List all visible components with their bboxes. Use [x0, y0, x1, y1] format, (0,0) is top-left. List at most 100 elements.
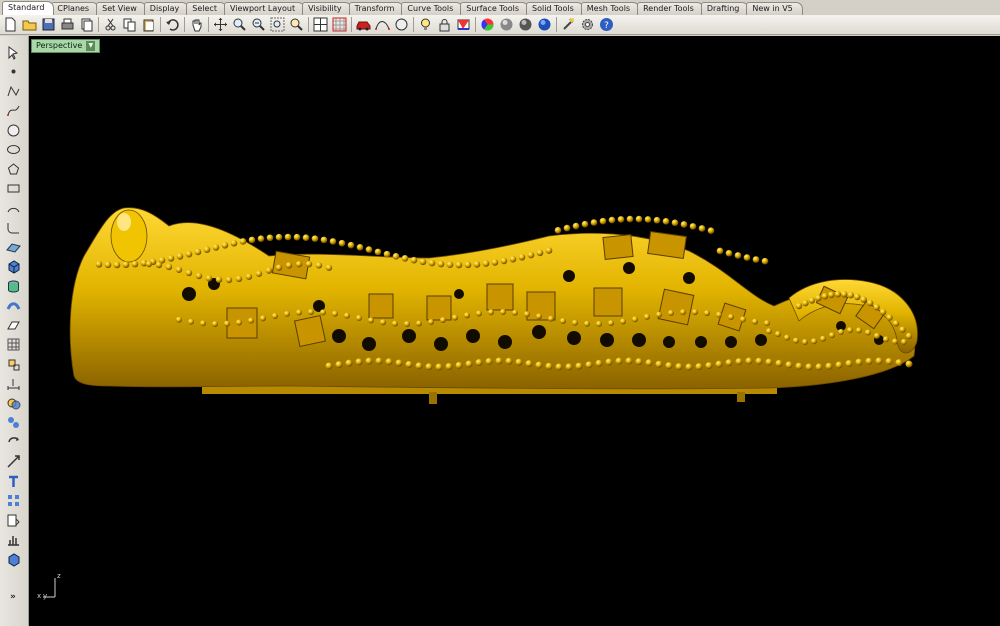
- more-tools-button[interactable]: »: [10, 592, 16, 602]
- gold-bead: [446, 261, 454, 269]
- rotate-icon[interactable]: [4, 434, 22, 450]
- pan-hand-icon[interactable]: [188, 16, 205, 33]
- gold-bead: [821, 293, 829, 300]
- block-icon[interactable]: [4, 512, 22, 528]
- color-icon[interactable]: [455, 16, 472, 33]
- boolean-icon[interactable]: [4, 395, 22, 411]
- gold-bead: [445, 363, 453, 371]
- gold-bead: [167, 255, 175, 262]
- plane-surface-icon[interactable]: [4, 317, 22, 333]
- shaded-sphere-icon[interactable]: [498, 16, 515, 33]
- gold-bead: [536, 249, 544, 257]
- gold-bead: [838, 329, 844, 336]
- rectangle-icon[interactable]: [4, 181, 22, 197]
- fillet-icon[interactable]: [4, 220, 22, 236]
- grid-icon[interactable]: [331, 16, 348, 33]
- cut-icon[interactable]: [102, 16, 119, 33]
- mesh-icon[interactable]: [4, 337, 22, 353]
- zoom-all-icon[interactable]: [288, 16, 305, 33]
- zoom-window-icon[interactable]: [231, 16, 248, 33]
- paste-icon[interactable]: [140, 16, 157, 33]
- gold-bead: [392, 253, 400, 260]
- gold-bead: [905, 360, 913, 368]
- tab-surface-tools[interactable]: Surface Tools: [460, 2, 530, 15]
- perspective-viewport[interactable]: Perspective ▼ z x y: [29, 36, 1000, 626]
- rendered-sphere-icon[interactable]: [517, 16, 534, 33]
- zoom-extents-icon[interactable]: [250, 16, 267, 33]
- point-icon[interactable]: [4, 64, 22, 80]
- text-icon[interactable]: [4, 473, 22, 489]
- gold-bead: [685, 363, 693, 371]
- gold-bead: [188, 318, 194, 325]
- axis-z-label: z: [57, 572, 61, 580]
- gold-bead: [617, 216, 625, 223]
- tab-viewport-layout[interactable]: Viewport Layout: [223, 2, 306, 15]
- render-icon[interactable]: [4, 551, 22, 567]
- gold-bead: [185, 269, 193, 277]
- arc-icon[interactable]: [4, 200, 22, 216]
- analyze-icon[interactable]: [4, 532, 22, 548]
- color-wheel-icon[interactable]: [479, 16, 496, 33]
- options-icon[interactable]: [560, 16, 577, 33]
- tab-mesh-tools[interactable]: Mesh Tools: [580, 2, 641, 15]
- gold-bead: [356, 315, 362, 322]
- gold-bead: [815, 363, 823, 371]
- tab-transform[interactable]: Transform: [348, 2, 405, 15]
- box-solid-icon[interactable]: [4, 259, 22, 275]
- viewport-menu-arrow-icon[interactable]: ▼: [86, 41, 96, 51]
- gold-bead: [725, 359, 733, 367]
- pipe-icon[interactable]: [4, 298, 22, 314]
- car-icon[interactable]: [355, 16, 372, 33]
- tab-cplanes[interactable]: CPlanes: [51, 2, 100, 15]
- copy-icon[interactable]: [121, 16, 138, 33]
- save-icon[interactable]: [40, 16, 57, 33]
- blue-sphere-icon[interactable]: [536, 16, 553, 33]
- undo-icon[interactable]: [164, 16, 181, 33]
- help-icon[interactable]: ?: [598, 16, 615, 33]
- print-icon[interactable]: [59, 16, 76, 33]
- gear-icon[interactable]: [579, 16, 596, 33]
- gold-bead: [293, 233, 301, 241]
- ellipse-icon[interactable]: [4, 142, 22, 158]
- gold-bead: [764, 320, 770, 327]
- move-view-icon[interactable]: [212, 16, 229, 33]
- curve-points-icon[interactable]: [374, 16, 391, 33]
- lock-icon[interactable]: [436, 16, 453, 33]
- gold-bead: [230, 239, 238, 247]
- dimension-icon[interactable]: [4, 376, 22, 392]
- curve-icon[interactable]: [4, 103, 22, 119]
- four-viewports-icon[interactable]: [312, 16, 329, 33]
- tab-new-in-v5[interactable]: New in V5: [746, 2, 803, 15]
- tab-standard[interactable]: Standard: [2, 1, 55, 15]
- group-icon[interactable]: [4, 415, 22, 431]
- tab-set-view[interactable]: Set View: [96, 2, 147, 15]
- scale-icon[interactable]: [4, 454, 22, 470]
- tab-display[interactable]: Display: [143, 2, 190, 15]
- polygon-icon[interactable]: [4, 161, 22, 177]
- import-icon[interactable]: [78, 16, 95, 33]
- array-icon[interactable]: [4, 493, 22, 509]
- tab-render-tools[interactable]: Render Tools: [637, 2, 704, 15]
- cylinder-icon[interactable]: [4, 278, 22, 294]
- tab-curve-tools[interactable]: Curve Tools: [401, 2, 464, 15]
- polyline-icon[interactable]: [4, 83, 22, 99]
- open-folder-icon[interactable]: [21, 16, 38, 33]
- gold-bead: [855, 358, 863, 366]
- svg-text:?: ?: [604, 21, 609, 31]
- tab-solid-tools[interactable]: Solid Tools: [526, 2, 584, 15]
- circle-icon[interactable]: [393, 16, 410, 33]
- tab-drafting[interactable]: Drafting: [700, 2, 750, 15]
- surface-icon[interactable]: [4, 239, 22, 255]
- new-document-icon[interactable]: [2, 16, 19, 33]
- gold-bead: [653, 216, 661, 224]
- circle-icon[interactable]: [4, 122, 22, 138]
- tab-select[interactable]: Select: [186, 2, 227, 15]
- select-arrow-icon[interactable]: [4, 44, 22, 60]
- zoom-selected-icon[interactable]: [269, 16, 286, 33]
- gold-bead: [355, 358, 363, 366]
- tab-visibility[interactable]: Visibility: [302, 2, 352, 15]
- gold-bead: [548, 315, 554, 322]
- viewport-title[interactable]: Perspective ▼: [31, 39, 101, 53]
- transform-icon[interactable]: [4, 356, 22, 372]
- light-bulb-icon[interactable]: [417, 16, 434, 33]
